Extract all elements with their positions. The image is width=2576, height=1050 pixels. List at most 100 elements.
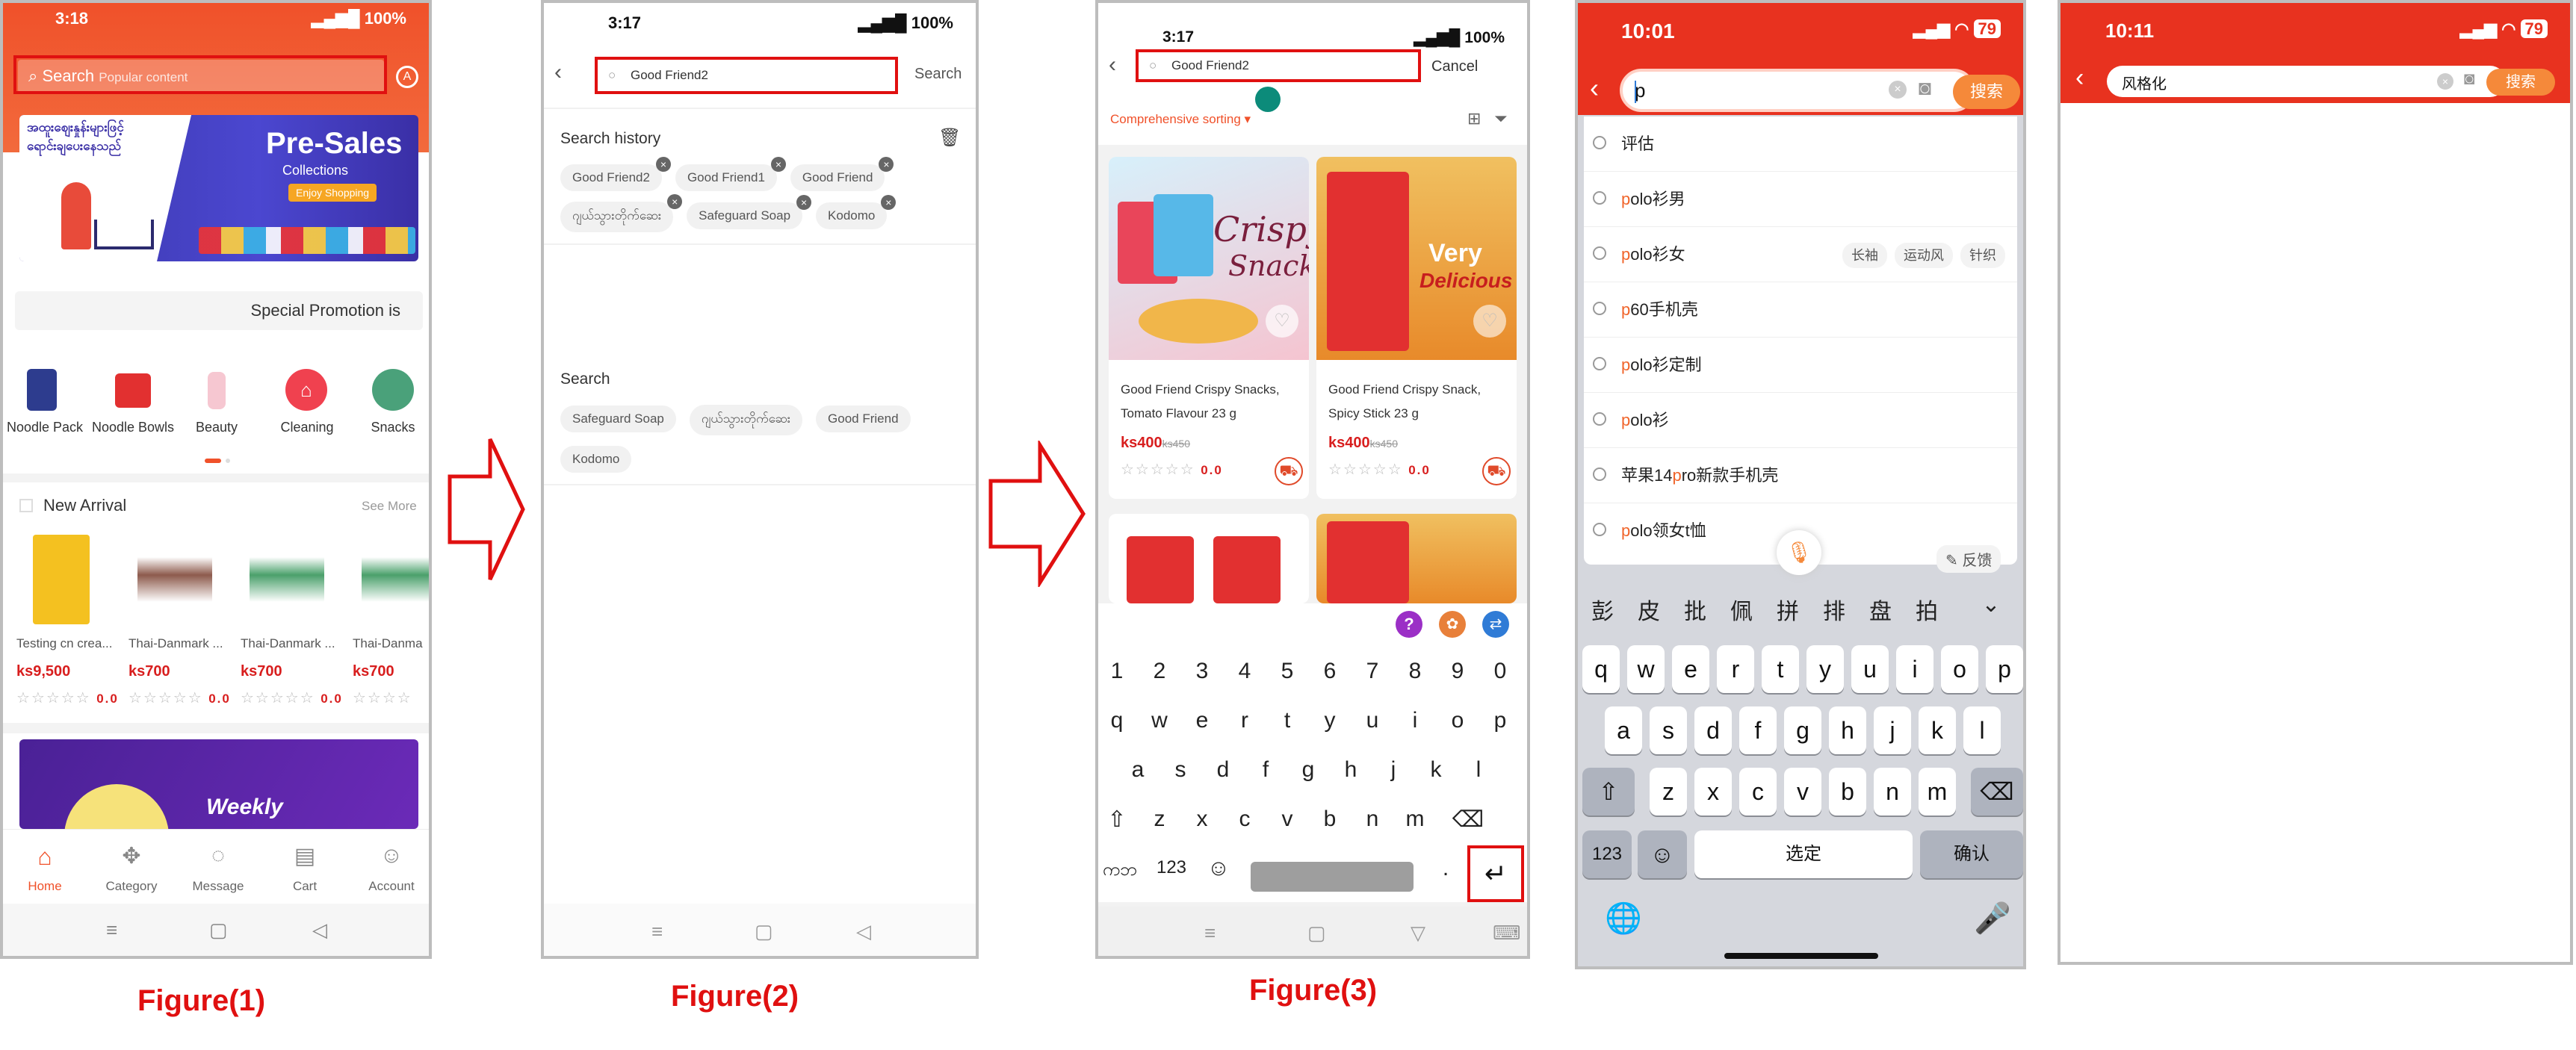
search-input[interactable]: ○ Good Friend2 (1136, 49, 1421, 82)
key-m[interactable]: m (1396, 807, 1434, 832)
numbers-key[interactable]: 123 (1582, 830, 1632, 878)
key-3[interactable]: 3 (1183, 659, 1221, 684)
emoji-icon[interactable]: ☺ (1200, 856, 1237, 881)
key-i[interactable]: i (1896, 645, 1933, 693)
close-icon[interactable]: × (655, 157, 671, 172)
key-y[interactable]: y (1806, 645, 1844, 693)
noodle-pack-icon[interactable] (27, 369, 57, 411)
switch-keyboard-icon[interactable]: ⇄ (1482, 611, 1509, 638)
filter-icon[interactable]: ⏷ (1494, 109, 1508, 128)
close-icon[interactable]: × (881, 195, 897, 210)
key-p[interactable]: p (1986, 645, 2023, 693)
product-image[interactable] (1127, 536, 1194, 603)
candidate[interactable]: 拼 (1769, 593, 1806, 626)
key-f[interactable]: f (1247, 757, 1284, 783)
key-x[interactable]: x (1183, 807, 1221, 832)
key-r[interactable]: r (1226, 708, 1263, 733)
banner-presales[interactable]: အထူးစျေးနှုန်းများဖြင့် ရောင်းချပေးနေသည် … (19, 115, 418, 261)
key-j[interactable]: j (1375, 757, 1412, 783)
suggestion-item[interactable]: 评估 (1584, 117, 2017, 172)
heart-icon[interactable]: ♡ (1473, 305, 1506, 338)
candidate[interactable]: 佩 (1723, 593, 1760, 626)
product-image[interactable] (137, 557, 212, 602)
tab-message[interactable]: Message (181, 879, 256, 894)
key-u[interactable]: u (1851, 645, 1889, 693)
key-b[interactable]: b (1311, 807, 1349, 832)
key-p[interactable]: p (1481, 708, 1519, 733)
key-f[interactable]: f (1739, 706, 1777, 754)
trash-icon[interactable]: 🗑 (938, 127, 961, 149)
back-icon[interactable]: ‹ (554, 60, 562, 85)
menu-nav-icon[interactable]: ≡ (1204, 922, 1216, 945)
key-z[interactable]: z (1141, 807, 1178, 832)
suggestion-item[interactable]: p60手机壳 (1584, 282, 2017, 338)
space-key[interactable] (1251, 862, 1414, 892)
key-q[interactable]: q (1582, 645, 1620, 693)
key-l[interactable]: l (1460, 757, 1497, 783)
help-icon[interactable]: ? (1396, 611, 1422, 638)
key-s[interactable]: s (1650, 706, 1687, 754)
tab-home[interactable]: Home (15, 879, 75, 894)
back-nav-icon[interactable]: ▽ (1411, 922, 1425, 945)
shift-icon[interactable]: ⇧ (1582, 768, 1635, 816)
key-h[interactable]: h (1829, 706, 1866, 754)
clear-icon[interactable]: × (1889, 81, 1907, 99)
cancel-button[interactable]: Cancel (1431, 58, 1478, 75)
key-u[interactable]: u (1354, 708, 1391, 733)
key-b[interactable]: b (1829, 768, 1866, 816)
grid-view-icon[interactable]: ⊞ (1467, 109, 1481, 128)
sort-dropdown[interactable]: Comprehensive sorting ▾ (1110, 112, 1251, 127)
history-chip[interactable]: Good Friend2 × (560, 157, 671, 191)
search-input[interactable]: ○ Good Friend2 (595, 57, 898, 94)
palette-icon[interactable]: ✿ (1439, 611, 1466, 638)
history-chip[interactable]: Safeguard Soap × (687, 195, 812, 229)
key-9[interactable]: 9 (1439, 659, 1476, 684)
key-r[interactable]: r (1717, 645, 1754, 693)
numbers-key[interactable]: 123 (1149, 857, 1194, 878)
close-icon[interactable]: × (770, 157, 786, 172)
key-x[interactable]: x (1694, 768, 1732, 816)
history-chip[interactable]: Good Friend × (790, 157, 894, 191)
promo-marquee[interactable]: Special Promotion is (15, 291, 423, 330)
key-a[interactable]: a (1605, 706, 1642, 754)
key-i[interactable]: i (1396, 708, 1434, 733)
key-g[interactable]: g (1784, 706, 1821, 754)
key-1[interactable]: 1 (1098, 659, 1136, 684)
key-o[interactable]: o (1941, 645, 1978, 693)
menu-nav-icon[interactable]: ≡ (651, 920, 663, 943)
feedback-button[interactable]: ✎ 反馈 (1936, 545, 2001, 573)
key-6[interactable]: 6 (1311, 659, 1349, 684)
candidate[interactable]: 拍 (1908, 593, 1945, 626)
key-5[interactable]: 5 (1269, 659, 1306, 684)
text-cursor-handle[interactable] (1255, 87, 1281, 112)
period-key[interactable]: . (1427, 856, 1464, 881)
key-g[interactable]: g (1289, 757, 1327, 783)
search-input[interactable]: 风格化 × ◙ (2107, 66, 2506, 97)
cart-icon[interactable]: ▤ (288, 843, 321, 869)
keyboard-hide-icon[interactable]: ⌨ (1493, 922, 1521, 945)
space-key[interactable]: 选定 (1694, 830, 1913, 878)
key-v[interactable]: v (1269, 807, 1306, 832)
enter-key[interactable]: ↵ (1467, 845, 1524, 902)
key-q[interactable]: q (1098, 708, 1136, 733)
key-t[interactable]: t (1762, 645, 1799, 693)
key-h[interactable]: h (1332, 757, 1369, 783)
home-nav-icon[interactable]: ▢ (209, 919, 228, 942)
backspace-icon[interactable]: ⌫ (1449, 807, 1487, 833)
key-7[interactable]: 7 (1354, 659, 1391, 684)
backspace-icon[interactable]: ⌫ (1971, 768, 2023, 816)
product-card[interactable]: Crispy Snack ♡ Good Friend Crispy Snacks… (1109, 157, 1309, 499)
shift-icon[interactable]: ⇧ (1098, 807, 1136, 833)
suggest-chip[interactable]: ဂျယ်သွားတိုက်ဆေး (689, 405, 803, 435)
camera-icon[interactable]: ◙ (2464, 69, 2475, 90)
suggestion-item[interactable]: polo衫女 长袖 运动风 针织 (1584, 227, 2017, 282)
candidate[interactable]: 排 (1815, 593, 1853, 626)
cleaning-icon[interactable]: ⌂ (285, 369, 327, 411)
emoji-icon[interactable]: ☺ (1638, 830, 1687, 878)
microphone-icon[interactable]: 🎙 (1777, 530, 1821, 575)
snacks-icon[interactable] (372, 369, 414, 411)
key-a[interactable]: a (1119, 757, 1157, 783)
menu-nav-icon[interactable]: ≡ (106, 919, 117, 942)
suggestion-tag[interactable]: 针织 (1960, 243, 2005, 268)
suggestion-item[interactable]: polo衫男 (1584, 172, 2017, 227)
